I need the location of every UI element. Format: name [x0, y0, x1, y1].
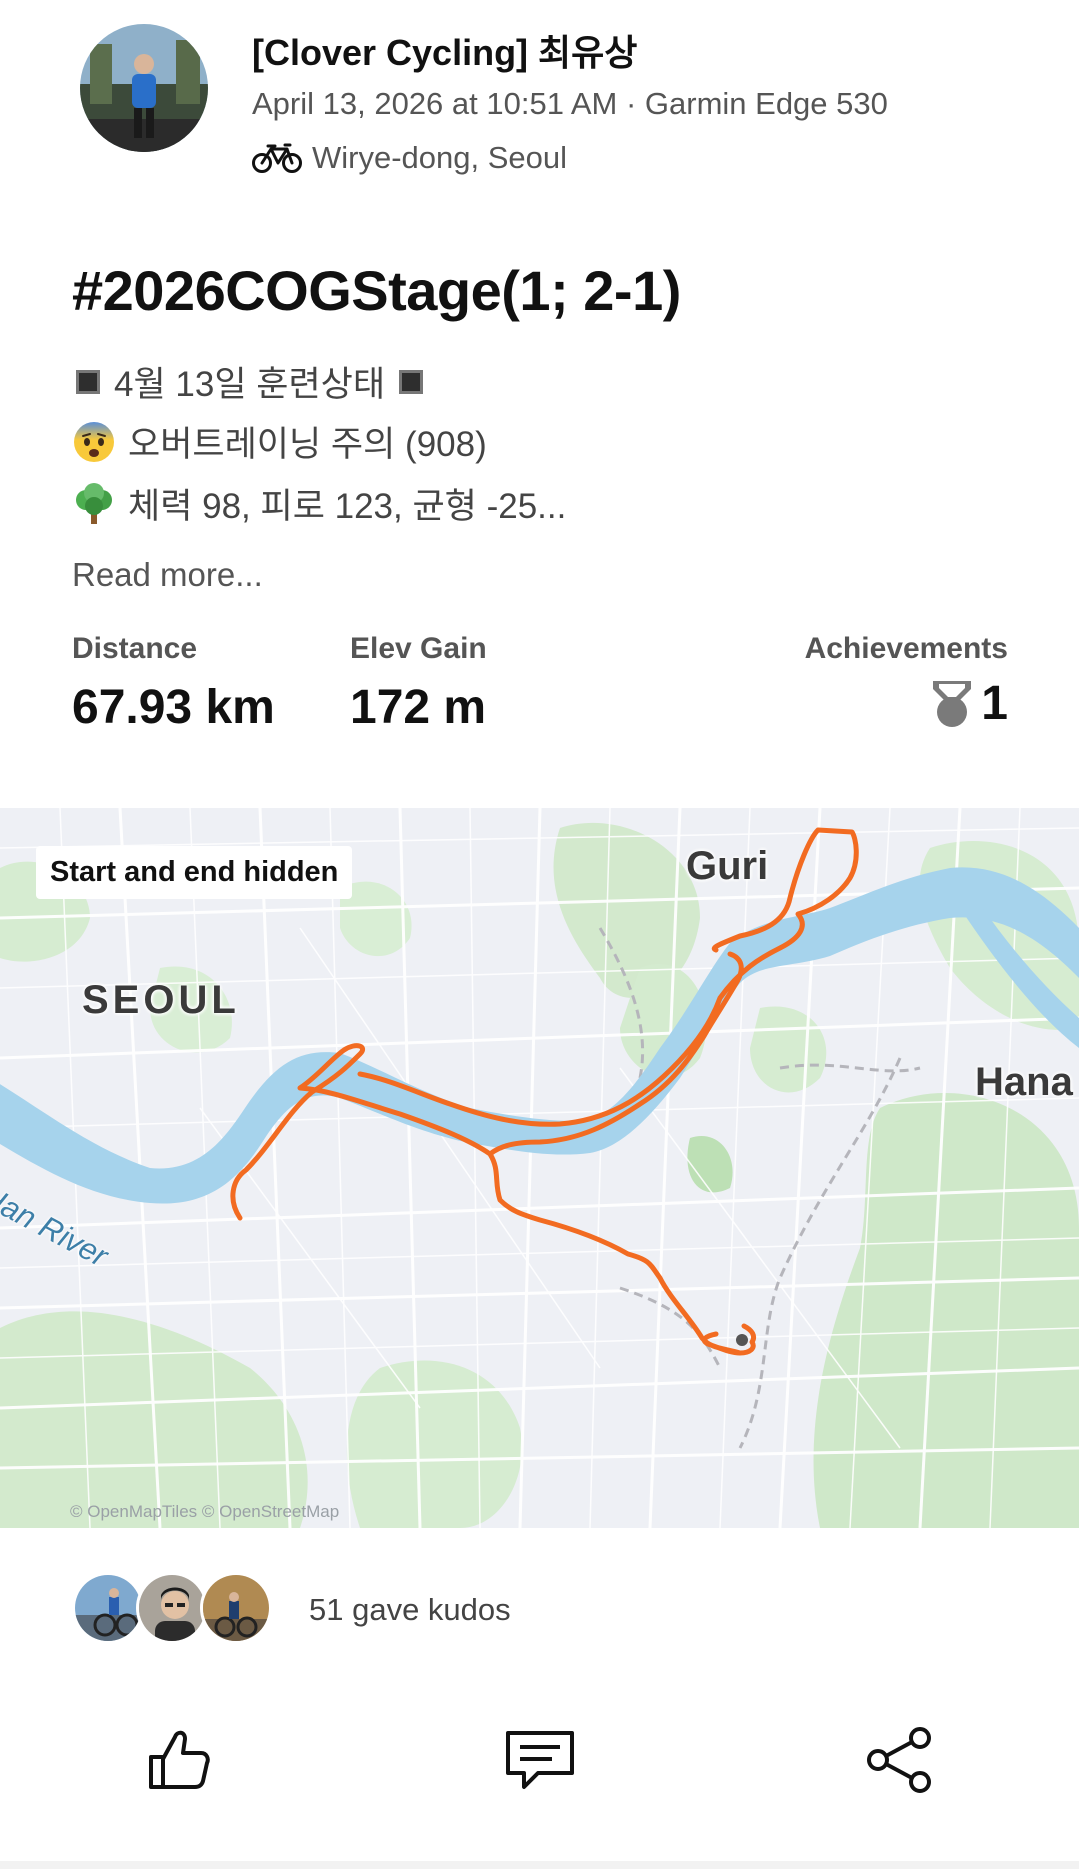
- map-attribution[interactable]: © OpenMapTiles © OpenStreetMap: [70, 1502, 339, 1522]
- tree-icon: [76, 482, 112, 524]
- bicycle-icon: [252, 143, 302, 173]
- distance-value: 67.93 km: [72, 681, 275, 734]
- elev-gain-label: Elev Gain: [350, 632, 487, 665]
- action-bar: [0, 1700, 1079, 1820]
- thumbs-up-icon: [149, 1730, 210, 1789]
- description-text-3: 체력 98, 피로 123, 균형 -25...: [128, 487, 567, 526]
- activity-header: [Clover Cycling] 최유상 April 13, 2026 at 1…: [0, 0, 1079, 210]
- description-text-1: 4월 13일 훈련상태: [114, 365, 386, 404]
- distance-label: Distance: [72, 632, 198, 665]
- description-line-2: 오버트레이닝 주의 (908): [72, 416, 487, 467]
- black-square-icon: [399, 369, 424, 394]
- athlete-avatar[interactable]: [80, 24, 208, 152]
- bottom-divider: [0, 1861, 1079, 1869]
- athlete-name[interactable]: [Clover Cycling] 최유상: [252, 24, 637, 76]
- medal-icon: [933, 680, 972, 727]
- location-text: Wirye-dong, Seoul: [312, 140, 568, 175]
- map-label-seoul: SEOUL: [82, 978, 240, 1022]
- activity-title[interactable]: #2026COGStage(1; 2-1): [72, 258, 681, 323]
- kudos-count-text[interactable]: 51 gave kudos: [309, 1592, 511, 1628]
- activity-date-device: April 13, 2026 at 10:51 AM · Garmin Edge…: [252, 86, 888, 121]
- read-more-link[interactable]: Read more...: [72, 556, 263, 594]
- route-map[interactable]: Start and end hidden Guri SEOUL Hana Han…: [0, 808, 1079, 1528]
- elev-gain-value: 172 m: [350, 681, 487, 734]
- comment-button[interactable]: [500, 1720, 580, 1800]
- share-icon: [867, 1727, 931, 1793]
- achievements-count[interactable]: 1: [929, 676, 1008, 731]
- description-text-2: 오버트레이닝 주의 (908): [128, 425, 487, 464]
- achievements-label: Achievements: [804, 632, 1008, 665]
- map-label-hana: Hana: [975, 1060, 1073, 1104]
- start-end-hidden-badge: Start and end hidden: [36, 846, 353, 899]
- map-base: [0, 808, 1079, 1528]
- achievements-value: 1: [981, 677, 1008, 730]
- description-line-1: 4월 13일 훈련상태: [72, 356, 437, 407]
- share-button[interactable]: [860, 1720, 940, 1800]
- kudo-avatar: [200, 1572, 272, 1644]
- description-line-3: 체력 98, 피로 123, 균형 -25...: [72, 478, 566, 529]
- black-square-icon: [76, 369, 100, 394]
- comment-icon: [506, 1731, 574, 1789]
- kudos-button[interactable]: [138, 1720, 218, 1800]
- map-label-guri: Guri: [686, 844, 769, 888]
- kudo-avatar: [136, 1572, 208, 1644]
- anxious-face-icon: [74, 421, 114, 462]
- activity-location: Wirye-dong, Seoul: [252, 140, 567, 176]
- kudo-avatar: [72, 1572, 144, 1644]
- kudos-row[interactable]: 51 gave kudos: [0, 1560, 1079, 1660]
